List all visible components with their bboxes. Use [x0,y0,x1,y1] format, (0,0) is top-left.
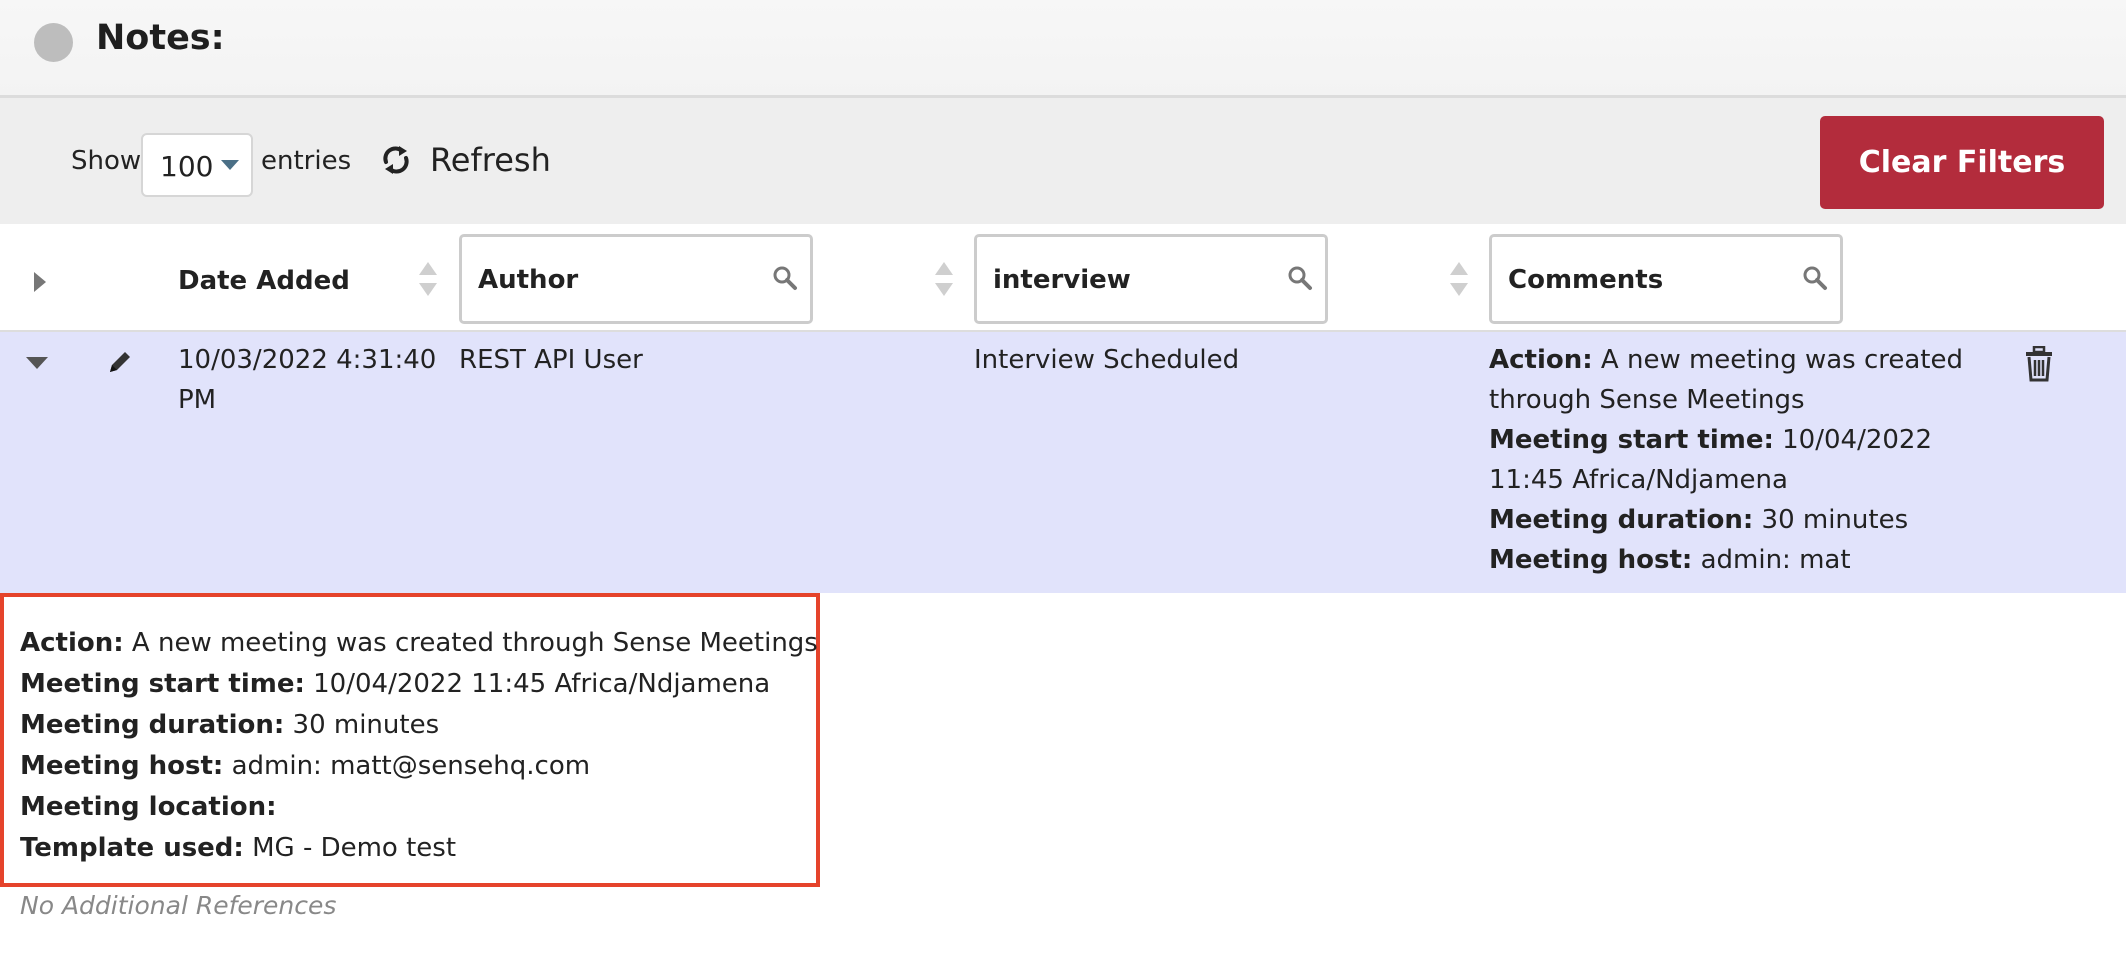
table-header-row: Date Added [0,224,2126,332]
detail-line-location: Meeting location: [20,792,277,822]
column-header-date-added[interactable]: Date Added [178,266,350,296]
interview-filter-input[interactable] [993,259,1283,301]
interview-filter[interactable] [974,234,1328,324]
author-filter[interactable] [459,234,813,324]
clear-filters-button[interactable]: Clear Filters [1820,116,2104,209]
show-label: Show [71,146,142,176]
trash-icon[interactable] [2024,346,2054,382]
comment-line: Meeting start time: 10/04/2022 11:45 Afr… [1489,425,1932,495]
detail-line-duration: Meeting duration: 30 minutes [20,710,440,740]
detail-line-start-time: Meeting start time: 10/04/2022 11:45 Afr… [20,669,771,699]
cell-author: REST API User [459,345,643,375]
sort-icon[interactable] [935,262,953,296]
cell-date-added: 10/03/2022 4:31:40 PM [178,345,437,415]
detail-line-template: Template used: MG - Demo test [20,833,457,863]
entries-select[interactable]: 100 [141,133,253,197]
comment-detail-panel: Action: A new meeting was created throug… [0,593,820,887]
notes-header: Notes: [0,0,2126,98]
sort-icon[interactable] [1450,262,1468,296]
search-icon [773,266,797,290]
chevron-down-icon [221,160,239,170]
chevron-right-icon[interactable] [34,272,46,292]
comment-line: Meeting host: admin: mat [1489,545,1851,575]
search-icon [1803,266,1827,290]
cell-interview: Interview Scheduled [974,345,1240,375]
entries-value: 100 [160,150,214,183]
refresh-icon [383,146,409,174]
detail-line-action: Action: A new meeting was created throug… [20,628,818,658]
comment-line: Meeting duration: 30 minutes [1489,505,1909,535]
search-icon [1288,266,1312,290]
no-additional-references: No Additional References [20,891,337,920]
page-title: Notes: [96,18,225,58]
comments-filter-input[interactable] [1508,259,1798,301]
author-filter-input[interactable] [478,259,768,301]
detail-line-host: Meeting host: admin: matt@sensehq.com [20,751,591,781]
entries-label: entries [261,146,352,176]
refresh-button[interactable]: Refresh [380,138,551,182]
refresh-label: Refresh [430,141,551,179]
status-dot-icon [34,23,73,62]
comments-filter[interactable] [1489,234,1843,324]
chevron-down-icon[interactable] [26,357,48,369]
sort-icon[interactable] [419,262,437,296]
pencil-icon[interactable] [106,348,134,376]
cell-comments: Action: A new meeting was created throug… [1489,340,1969,580]
comment-line: Action: A new meeting was created throug… [1489,345,1964,415]
table-row[interactable]: 10/03/2022 4:31:40 PM REST API User Inte… [0,332,2126,593]
